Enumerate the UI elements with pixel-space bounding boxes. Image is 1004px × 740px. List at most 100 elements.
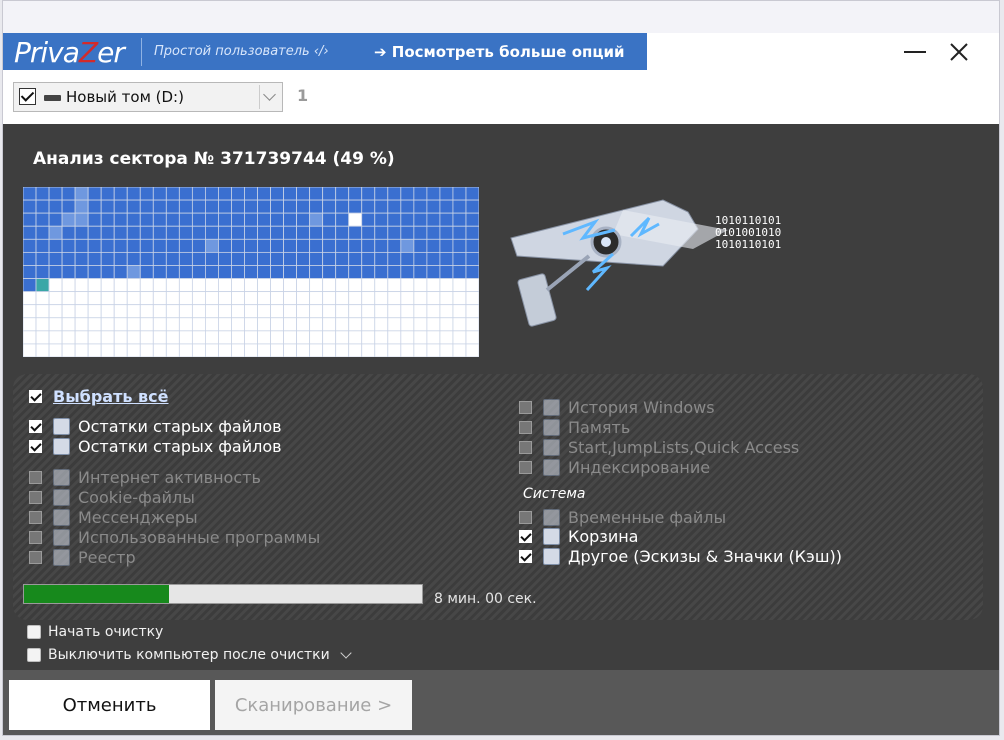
sector-cell — [139, 291, 154, 306]
option-checkbox[interactable] — [519, 549, 532, 563]
select-all-link[interactable]: Выбрать всё — [53, 387, 169, 406]
sector-cell — [413, 212, 428, 227]
sector-cell — [100, 291, 115, 306]
option-checkbox[interactable] — [29, 530, 42, 544]
sector-cell — [48, 199, 63, 214]
option-checkbox[interactable] — [29, 439, 42, 453]
option-recycle-bin[interactable]: Корзина — [519, 526, 638, 546]
drive-dropdown[interactable]: Новый том (D:) — [13, 82, 283, 112]
sector-cell — [452, 265, 467, 279]
sector-cell — [426, 304, 441, 319]
cancel-button[interactable]: Отменить — [9, 680, 210, 730]
option-messengers[interactable]: Мессенджеры — [29, 507, 198, 527]
sector-cell — [413, 251, 428, 266]
sector-cell — [374, 265, 389, 279]
sector-cell — [178, 212, 193, 227]
user-profile-mode[interactable]: Простой пользователь ‹/› — [154, 44, 366, 59]
sector-cell — [322, 251, 337, 266]
sector-cell — [400, 317, 415, 332]
sector-cell — [348, 304, 363, 319]
sector-cell — [204, 199, 219, 214]
sector-cell — [361, 251, 376, 266]
sector-cell — [296, 238, 311, 253]
option-temp-files[interactable]: Временные файлы — [519, 507, 726, 527]
sector-cell — [452, 199, 467, 214]
sector-cell — [296, 278, 311, 293]
shutdown-checkbox[interactable] — [27, 648, 41, 662]
sector-cell — [23, 212, 37, 227]
option-checkbox[interactable] — [519, 460, 532, 474]
sector-cell — [244, 291, 258, 306]
sector-cell — [35, 212, 50, 227]
globe-icon — [53, 468, 70, 486]
sector-cell — [465, 187, 479, 201]
sector-cell — [257, 291, 271, 306]
option-cookies[interactable]: Cookie-файлы — [29, 487, 195, 507]
chat-bubble-icon — [53, 508, 70, 526]
option-checkbox[interactable] — [29, 470, 42, 484]
sector-cell — [165, 225, 180, 240]
sector-cell — [413, 199, 428, 214]
option-thumbnail-cache[interactable]: Другое (Эскизы & Значки (Кэш)) — [519, 546, 842, 566]
option-checkbox[interactable] — [29, 419, 42, 433]
sector-cell — [87, 238, 102, 253]
option-jumplists[interactable]: Start,JumpLists,Quick Access — [519, 437, 799, 457]
option-checkbox[interactable] — [519, 529, 532, 543]
option-checkbox[interactable] — [519, 420, 532, 434]
sector-cell — [283, 265, 298, 279]
sector-cell — [218, 212, 232, 227]
sector-cell — [270, 225, 284, 240]
more-options-link[interactable]: ➔ Посмотреть больше опций — [374, 43, 625, 61]
option-checkbox[interactable] — [519, 440, 532, 454]
option-checkbox[interactable] — [29, 490, 42, 504]
sector-cell — [218, 199, 232, 214]
remaining-time: 8 мин. 00 сек. — [434, 591, 537, 607]
option-used-programs[interactable]: Использованные программы — [29, 527, 320, 547]
option-old-files-1[interactable]: Остатки старых файлов — [29, 416, 282, 436]
start-cleanup-checkbox[interactable] — [27, 625, 41, 639]
sector-cell — [309, 330, 324, 345]
option-memory[interactable]: Память — [519, 417, 630, 437]
cookie-icon — [53, 488, 70, 506]
sector-cell — [23, 251, 37, 266]
sector-cell — [231, 343, 245, 357]
sector-cell — [413, 187, 428, 201]
select-all-option[interactable]: Выбрать всё — [29, 386, 169, 406]
select-all-checkbox[interactable] — [29, 389, 42, 403]
option-checkbox[interactable] — [29, 550, 42, 564]
sector-cell — [374, 278, 389, 293]
close-button[interactable] — [939, 37, 979, 67]
sector-cell — [244, 304, 258, 319]
option-windows-history[interactable]: История Windows — [519, 397, 715, 417]
sector-cell — [23, 278, 37, 293]
chevron-down-icon[interactable] — [340, 647, 352, 659]
sector-cell — [165, 238, 180, 253]
sector-cell — [178, 238, 193, 253]
sector-cell — [348, 187, 363, 201]
option-checkbox[interactable] — [29, 510, 42, 524]
drive-checkbox[interactable] — [19, 88, 36, 105]
option-indexing[interactable]: Индексирование — [519, 457, 710, 477]
sector-cell — [74, 238, 89, 253]
sector-cell — [100, 317, 115, 332]
registry-icon — [53, 548, 70, 566]
minimize-button[interactable] — [895, 37, 935, 67]
option-checkbox[interactable] — [519, 510, 532, 524]
sector-cell — [48, 330, 63, 345]
sector-cell — [348, 212, 363, 227]
sector-cell — [100, 225, 115, 240]
scan-progress-bar — [23, 584, 423, 604]
sector-cell — [413, 330, 428, 345]
option-old-files-2[interactable]: Остатки старых файлов — [29, 436, 282, 456]
sector-cell — [74, 330, 89, 345]
sector-cell — [400, 278, 415, 293]
shutdown-option[interactable]: Выключить компьютер после очистки — [27, 647, 352, 663]
scan-button[interactable]: Сканирование > — [215, 680, 412, 730]
sector-cell — [361, 238, 376, 253]
option-internet-activity[interactable]: Интернет активность — [29, 467, 261, 487]
sector-cell — [100, 304, 115, 319]
option-checkbox[interactable] — [519, 400, 532, 414]
option-registry[interactable]: Реестр — [29, 547, 136, 567]
start-cleanup-option[interactable]: Начать очистку — [27, 624, 163, 640]
sector-cell — [191, 317, 206, 332]
